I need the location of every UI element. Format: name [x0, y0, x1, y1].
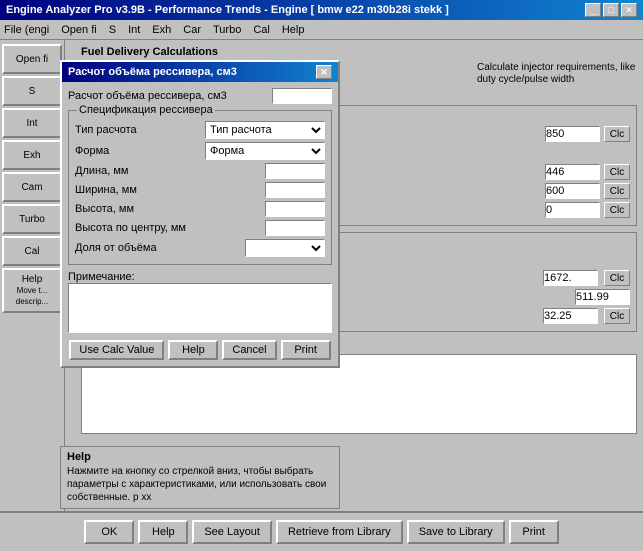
center-height-label: Высота по центру, мм: [75, 222, 261, 234]
purge-clc-button[interactable]: Clc: [604, 126, 630, 142]
menu-file[interactable]: File (engi: [4, 24, 49, 36]
dialog-title-bar: Расчот объёма рессивера, см3 ✕: [62, 62, 338, 82]
spec-groupbox: Спецификация рессивера Тип расчота Тип р…: [68, 110, 332, 265]
note-textarea[interactable]: [68, 283, 332, 333]
help-box: Help Нажмите на кнопку со стрелкой вниз,…: [60, 446, 340, 509]
bottom-bar: OK Help See Layout Retrieve from Library…: [0, 511, 643, 551]
width-input[interactable]: [265, 182, 325, 198]
height-label: Высота, мм: [75, 203, 261, 215]
volume-fraction-select[interactable]: [245, 239, 325, 257]
dialog-title-text: Расчот объёма рессивера, см3: [68, 66, 237, 78]
sidebar-exh[interactable]: Exh: [2, 140, 62, 170]
window-title: Engine Analyzer Pro v3.9B - Performance …: [6, 4, 449, 16]
center-height-input[interactable]: [265, 220, 325, 236]
title-bar: Engine Analyzer Pro v3.9B - Performance …: [0, 0, 643, 20]
window-controls: _ □ ✕: [585, 3, 637, 17]
help-box-title: Help: [67, 451, 333, 463]
menu-exh[interactable]: Exh: [152, 24, 171, 36]
menu-turbo[interactable]: Turbo: [213, 24, 241, 36]
sidebar-cal[interactable]: Cal: [2, 236, 62, 266]
print-button[interactable]: Print: [509, 520, 559, 544]
sidebar-cam[interactable]: Cam: [2, 172, 62, 202]
close-button[interactable]: ✕: [621, 3, 637, 17]
menu-help[interactable]: Help: [282, 24, 305, 36]
retrieve-button[interactable]: Retrieve from Library: [276, 520, 403, 544]
see-layout-button[interactable]: See Layout: [192, 520, 272, 544]
sidebar-open[interactable]: Open fi: [2, 44, 62, 74]
save-library-button[interactable]: Save to Library: [407, 520, 505, 544]
maf-clc-button[interactable]: Clc: [604, 183, 630, 199]
menu-s[interactable]: S: [109, 24, 116, 36]
width-label: Ширина, мм: [75, 184, 261, 196]
sidebar-s[interactable]: S: [2, 76, 62, 106]
menu-car[interactable]: Car: [183, 24, 201, 36]
maf-input[interactable]: [545, 183, 600, 199]
maximize-button[interactable]: □: [603, 3, 619, 17]
dialog-close-button[interactable]: ✕: [316, 65, 332, 79]
throttle-input-field[interactable]: [545, 202, 600, 218]
dialog-print-button[interactable]: Print: [281, 340, 331, 360]
shape-label: Форма: [75, 145, 201, 157]
dialog-help-button[interactable]: Help: [168, 340, 218, 360]
sidebar: Open fi S Int Exh Cam Turbo Cal HelpMove…: [0, 40, 65, 551]
type-select[interactable]: Тип расчота: [205, 121, 325, 139]
ok-button[interactable]: OK: [84, 520, 134, 544]
throttle-area-input[interactable]: [543, 308, 598, 324]
type-label: Тип расчота: [75, 124, 201, 136]
sidebar-turbo[interactable]: Turbo: [2, 204, 62, 234]
throttle-length-input[interactable]: [575, 289, 630, 305]
length-label: Длина, мм: [75, 165, 261, 177]
minimize-button[interactable]: _: [585, 3, 601, 17]
calc-input[interactable]: [272, 88, 332, 104]
throttle-clc-button[interactable]: Clc: [604, 202, 630, 218]
menu-int[interactable]: Int: [128, 24, 140, 36]
volume-clc-button[interactable]: Clc: [604, 270, 630, 286]
sidebar-help[interactable]: HelpMove t...descrip...: [2, 268, 62, 313]
fuel-delivery-title: Fuel Delivery Calculations: [81, 46, 637, 58]
volume-fraction-label: Доля от объёма: [75, 242, 241, 254]
fuel-description: Calculate injector requirements, like du…: [477, 62, 637, 86]
menu-bar: File (engi Open fi S Int Exh Car Turbo C…: [0, 20, 643, 40]
use-calc-button[interactable]: Use Calc Value: [69, 340, 164, 360]
sidebar-int[interactable]: Int: [2, 108, 62, 138]
height-input[interactable]: [265, 201, 325, 217]
dialog-cancel-button[interactable]: Cancel: [222, 340, 276, 360]
air-clc-button[interactable]: Clc: [604, 164, 630, 180]
calc-dialog: Расчот объёма рессивера, см3 ✕ Расчот об…: [60, 60, 340, 368]
menu-open[interactable]: Open fi: [61, 24, 96, 36]
help-button[interactable]: Help: [138, 520, 188, 544]
menu-cal[interactable]: Cal: [253, 24, 270, 36]
purge-input[interactable]: [545, 126, 600, 142]
air-input[interactable]: [545, 164, 600, 180]
calc-label: Расчот объёма рессивера, см3: [68, 90, 268, 102]
groupbox-title: Спецификация рессивера: [77, 104, 215, 116]
help-box-text: Нажмите на кнопку со стрелкой вниз, чтоб…: [67, 465, 333, 504]
throttle-area-clc-button[interactable]: Clc: [604, 308, 630, 324]
length-input[interactable]: [265, 163, 325, 179]
note-label: Примечание:: [68, 271, 332, 283]
volume-input[interactable]: [543, 270, 598, 286]
shape-select[interactable]: Форма: [205, 142, 325, 160]
